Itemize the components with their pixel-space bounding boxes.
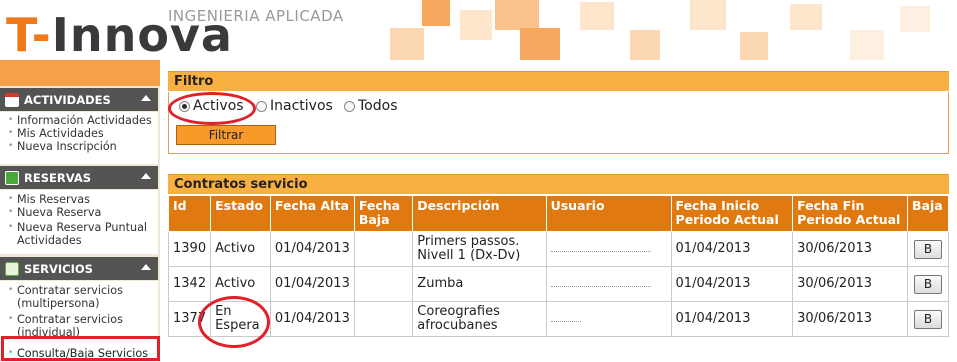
sidebar-item-nueva-inscripcion[interactable]: Nueva Inscripción — [0, 140, 158, 153]
filter-panel: Activos Inactivos Todos Filtrar — [168, 92, 949, 154]
radio-todos[interactable]: Todos — [344, 98, 397, 114]
table-row: 1390 Activo 01/04/2013 Primers passos. N… — [167, 231, 949, 267]
cell-usuario — [545, 231, 672, 267]
cell-id: 1342 — [167, 266, 212, 302]
radio-inactivos[interactable]: Inactivos — [256, 98, 333, 114]
table-row: 1377 En Espera 01/04/2013 Coreografies a… — [167, 301, 949, 337]
radio-label: Todos — [358, 98, 398, 114]
cell-estado: En Espera — [210, 301, 271, 337]
redacted-user — [550, 251, 651, 252]
cell-baja: B — [907, 266, 949, 302]
cell-fecha-fin: 30/06/2013 — [792, 266, 909, 302]
cell-descripcion: Coreografies afrocubanes — [412, 301, 547, 337]
cell-id: 1377 — [167, 301, 212, 337]
chevron-up-icon[interactable] — [141, 95, 151, 101]
column-header-fecha-alta: Fecha Alta — [269, 195, 355, 232]
cell-fecha-baja — [353, 266, 414, 302]
sidebar-list-actividades: Información Actividades Mis Actividades … — [0, 112, 158, 164]
sidebar-section-reservas[interactable]: RESERVAS — [0, 166, 158, 189]
cell-descripcion: Zumba — [412, 266, 547, 302]
column-header-id: Id — [167, 195, 212, 232]
baja-button[interactable]: B — [914, 239, 943, 259]
cell-fecha-baja — [353, 301, 414, 337]
sidebar-item-nueva-reserva[interactable]: Nueva Reserva — [0, 206, 158, 219]
column-header-usuario: Usuario — [545, 195, 672, 232]
contracts-panel-title: Contratos servicio — [168, 174, 949, 194]
radio-label: Inactivos — [270, 98, 333, 114]
baja-button[interactable]: B — [914, 274, 943, 294]
sidebar-item-mis-reservas[interactable]: Mis Reservas — [0, 193, 158, 206]
sidebar-section-title: ACTIVIDADES — [24, 92, 111, 107]
header-decoration — [390, 0, 957, 60]
table-row: 1342 Activo 01/04/2013 Zumba 01/04/2013 … — [167, 266, 949, 302]
cell-fecha-fin: 30/06/2013 — [792, 301, 909, 337]
cell-id: 1390 — [167, 231, 212, 267]
sidebar-section-title: SERVICIOS — [24, 261, 93, 276]
logo-t: T- — [6, 8, 52, 60]
column-header-fecha-baja: Fecha Baja — [353, 195, 414, 232]
sidebar-item-contratar-multipersona[interactable]: Contratar servicios (multipersona) — [0, 284, 140, 310]
column-header-estado: Estado — [210, 195, 271, 232]
radio-label: Activos — [193, 98, 244, 114]
sidebar-item-mis-actividades[interactable]: Mis Actividades — [0, 127, 158, 140]
cell-fecha-fin: 30/06/2013 — [792, 231, 909, 267]
sidebar-section-actividades[interactable]: ACTIVIDADES — [0, 88, 158, 111]
cell-descripcion: Primers passos. Nivell 1 (Dx-Dv) — [412, 231, 547, 267]
calendar-icon — [5, 92, 19, 107]
contracts-table: Id Estado Fecha Alta Fecha Baja Descripc… — [167, 195, 949, 337]
cell-fecha-inicio: 01/04/2013 — [670, 266, 794, 302]
filter-panel-title: Filtro — [168, 71, 949, 91]
cell-fecha-alta: 01/04/2013 — [269, 266, 355, 302]
sidebar-item-consulta-baja[interactable]: Consulta/Baja Servicios — [0, 347, 158, 360]
chevron-up-icon[interactable] — [141, 264, 151, 270]
document-icon — [5, 261, 19, 276]
logo-text: Innova — [51, 8, 233, 60]
cell-fecha-inicio: 01/04/2013 — [670, 231, 794, 267]
sidebar-list-servicios: Contratar servicios (multipersona) Contr… — [0, 281, 158, 362]
logo[interactable]: T-Innova — [6, 10, 233, 60]
court-icon — [5, 170, 19, 185]
sidebar-section-title: RESERVAS — [24, 170, 92, 185]
radio-button[interactable] — [256, 100, 267, 112]
baja-button[interactable]: B — [914, 309, 943, 329]
redacted-user — [550, 321, 581, 322]
column-header-fecha-inicio: Fecha Inicio Periodo Actual — [670, 195, 794, 232]
sidebar-item-nueva-reserva-puntual[interactable]: Nueva Reserva Puntual Actividades — [0, 221, 158, 247]
cell-fecha-alta: 01/04/2013 — [269, 301, 355, 337]
sidebar-top-stripe — [0, 60, 160, 86]
column-header-fecha-fin: Fecha Fin Periodo Actual — [792, 195, 909, 232]
cell-fecha-baja — [353, 231, 414, 267]
cell-fecha-alta: 01/04/2013 — [269, 231, 355, 267]
cell-estado: Activo — [210, 231, 271, 267]
cell-baja: B — [907, 301, 949, 337]
sidebar-section-servicios[interactable]: SERVICIOS — [0, 257, 158, 280]
redacted-user — [550, 286, 651, 287]
table-header-row: Id Estado Fecha Alta Fecha Baja Descripc… — [167, 195, 949, 232]
radio-button[interactable] — [179, 100, 190, 112]
sidebar-item-informacion-actividades[interactable]: Información Actividades — [0, 114, 158, 127]
column-header-baja: Baja — [907, 195, 949, 232]
chevron-up-icon[interactable] — [141, 173, 151, 179]
radio-button[interactable] — [344, 100, 355, 112]
cell-usuario — [545, 266, 672, 302]
filter-button[interactable]: Filtrar — [176, 125, 276, 145]
cell-estado: Activo — [210, 266, 271, 302]
sidebar-list-reservas: Mis Reservas Nueva Reserva Nueva Reserva… — [0, 190, 158, 254]
cell-fecha-inicio: 01/04/2013 — [670, 301, 794, 337]
column-header-descripcion: Descripción — [412, 195, 547, 232]
cell-usuario — [545, 301, 672, 337]
sidebar-item-contratar-individual[interactable]: Contratar servicios (individual) — [0, 313, 140, 339]
cell-baja: B — [907, 231, 949, 267]
radio-activos[interactable]: Activos — [179, 98, 244, 114]
site-header: INGENIERIA APLICADA T-Innova — [0, 0, 957, 60]
